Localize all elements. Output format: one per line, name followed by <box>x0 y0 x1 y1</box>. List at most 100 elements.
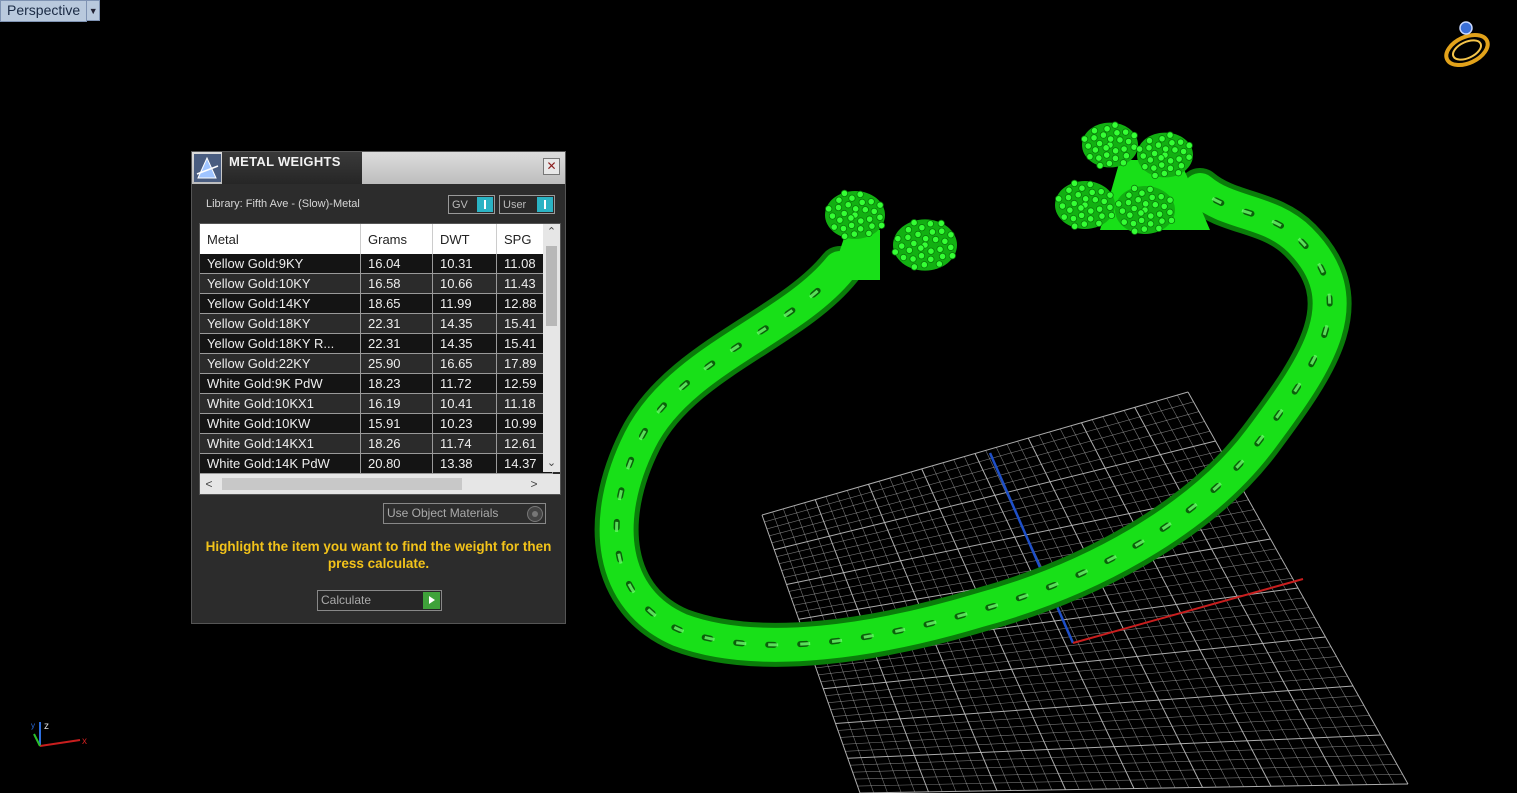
bead <box>1113 129 1121 137</box>
bead <box>865 215 874 223</box>
cell-dwt: 10.66 <box>432 273 497 294</box>
calculate-label: Calculate <box>321 593 372 607</box>
bead <box>857 225 865 233</box>
bead-cluster <box>825 189 886 240</box>
cell-metal: White Gold:9K PdW <box>200 373 361 394</box>
cell-metal: White Gold:14KX1 <box>200 433 361 454</box>
bead <box>1177 162 1185 170</box>
metal-table[interactable]: Metal Grams DWT SPG Yellow Gold:9KY 16.04… <box>199 223 561 495</box>
bead <box>1155 210 1164 218</box>
dialog-titlebar[interactable]: METAL WEIGHTS ✕ <box>192 152 565 184</box>
scroll-thumb[interactable] <box>546 246 557 326</box>
bead <box>844 201 852 209</box>
bead <box>891 248 899 256</box>
gv-toggle-label: GV <box>452 199 468 211</box>
bead <box>870 207 878 216</box>
cell-grams: 18.26 <box>360 433 433 454</box>
bead <box>1150 164 1158 172</box>
grid-line <box>857 773 1403 787</box>
play-arrow-icon <box>423 592 440 609</box>
bead <box>839 224 848 233</box>
bead <box>848 194 856 202</box>
bead <box>1095 205 1104 213</box>
bead <box>1111 121 1119 129</box>
cell-metal: Yellow Gold:14KY <box>200 293 361 314</box>
scroll-up-icon[interactable]: ⌃ <box>543 224 560 241</box>
table-row[interactable]: White Gold:14KX1 18.26 11.74 12.61 <box>200 433 553 454</box>
bead <box>877 221 886 229</box>
bead <box>937 219 945 228</box>
bead-cluster <box>1055 179 1116 230</box>
bead <box>1160 202 1168 211</box>
bead <box>1155 224 1163 232</box>
bead <box>917 244 925 252</box>
bead <box>904 233 912 241</box>
viewport-name[interactable]: Perspective <box>0 0 88 22</box>
bead <box>922 235 930 243</box>
scroll-right-icon[interactable]: > <box>525 474 543 494</box>
cell-metal: White Gold:10KW <box>200 413 361 434</box>
scroll-thumb[interactable] <box>222 478 462 490</box>
bead <box>1150 149 1159 158</box>
bead <box>1162 145 1170 153</box>
table-row[interactable]: Yellow Gold:22KY 25.90 16.65 17.89 <box>200 353 553 374</box>
gv-toggle[interactable]: GV <box>448 195 495 214</box>
bead <box>1130 204 1138 213</box>
calculate-button[interactable]: Calculate <box>317 590 442 611</box>
bead <box>868 222 876 230</box>
table-row[interactable]: Yellow Gold:18KY R... 22.31 14.35 15.41 <box>200 333 553 354</box>
cell-metal: Yellow Gold:9KY <box>200 254 361 274</box>
bead <box>1107 135 1115 143</box>
bead <box>1082 195 1090 203</box>
bead <box>1126 211 1134 219</box>
horizontal-scrollbar[interactable]: < > <box>200 474 543 494</box>
bead <box>1185 153 1193 161</box>
scroll-left-icon[interactable]: < <box>200 474 218 494</box>
bead <box>910 263 918 271</box>
column-header-metal[interactable]: Metal <box>200 224 361 254</box>
scroll-down-icon[interactable]: ⌄ <box>543 455 560 472</box>
bead <box>909 255 917 263</box>
cell-metal: White Gold:10KX1 <box>200 393 361 414</box>
cell-grams: 22.31 <box>360 333 433 354</box>
bead <box>1158 217 1166 225</box>
chevron-down-icon[interactable]: ▼ <box>87 0 101 21</box>
cell-metal: Yellow Gold:22KY <box>200 353 361 374</box>
column-header-grams[interactable]: Grams <box>360 224 433 254</box>
bead <box>1142 200 1150 208</box>
column-header-dwt[interactable]: DWT <box>432 224 497 254</box>
bead <box>898 242 906 250</box>
table-row[interactable]: Yellow Gold:10KY 16.58 10.66 11.43 <box>200 273 553 294</box>
table-row[interactable]: Yellow Gold:14KY 18.65 11.99 12.88 <box>200 293 553 314</box>
table-row[interactable]: White Gold:10KW 15.91 10.23 10.99 <box>200 413 553 434</box>
viewport-label[interactable]: Perspective ▼ <box>0 0 101 22</box>
twisted-ring-model[interactable] <box>594 121 1352 667</box>
bead <box>948 252 956 260</box>
bead <box>830 223 838 231</box>
bead <box>1084 142 1092 150</box>
use-object-materials-toggle[interactable]: Use Object Materials <box>383 503 546 524</box>
bead <box>861 206 869 214</box>
user-toggle[interactable]: User <box>499 195 555 214</box>
bead <box>1141 163 1149 171</box>
bead <box>1111 154 1120 162</box>
bead <box>1146 156 1154 164</box>
ring-icon[interactable] <box>1440 18 1494 68</box>
bead <box>1145 137 1154 145</box>
scroll-corner <box>543 474 560 494</box>
vertical-scrollbar[interactable]: ⌃ ⌄ <box>543 224 560 472</box>
bead <box>910 239 918 248</box>
table-row[interactable]: Yellow Gold:9KY 16.04 10.31 11.08 <box>200 254 553 274</box>
bead <box>1139 152 1147 160</box>
table-row[interactable]: White Gold:10KX1 16.19 10.41 11.18 <box>200 393 553 414</box>
bead <box>1077 211 1086 219</box>
bead <box>1066 206 1074 214</box>
table-row[interactable]: Yellow Gold:18KY 22.31 14.35 15.41 <box>200 313 553 334</box>
instruction-text: Highlight the item you want to find the … <box>205 539 552 571</box>
cell-grams: 18.23 <box>360 373 433 394</box>
table-row[interactable]: White Gold:9K PdW 18.23 11.72 12.59 <box>200 373 553 394</box>
user-toggle-label: User <box>503 199 527 211</box>
bead <box>1097 188 1105 196</box>
table-row[interactable]: White Gold:14K PdW 20.80 13.38 14.37 <box>200 453 553 474</box>
close-icon[interactable]: ✕ <box>543 158 560 175</box>
